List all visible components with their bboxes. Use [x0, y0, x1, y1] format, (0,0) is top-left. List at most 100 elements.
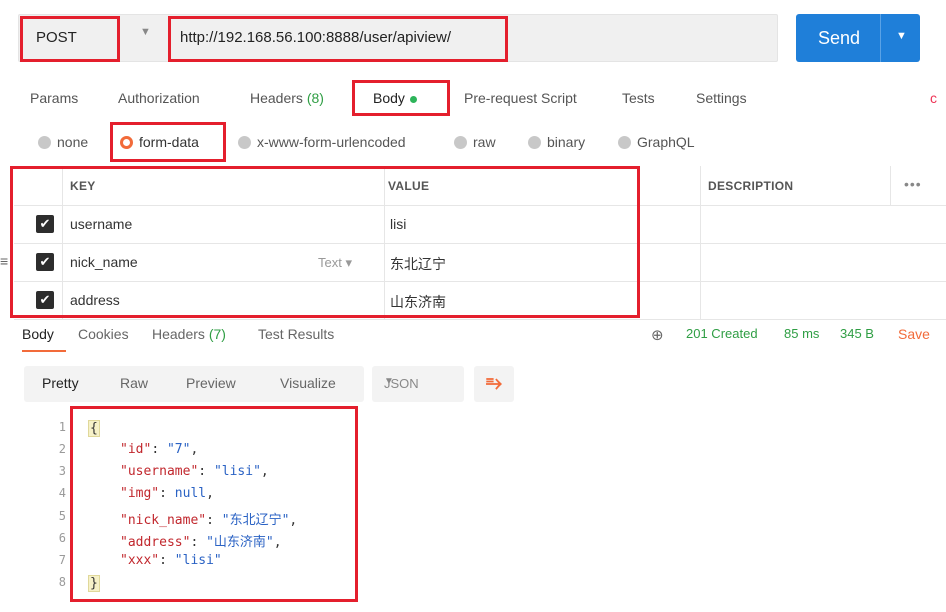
send-label: Send — [818, 28, 861, 48]
column-divider — [62, 206, 63, 243]
cut-off-link[interactable]: c — [930, 90, 937, 106]
radio-raw-label: raw — [473, 134, 496, 150]
radio-graphql[interactable]: GraphQL — [618, 134, 695, 150]
radio-form-data-label: form-data — [139, 134, 199, 150]
radio-circle-icon — [38, 136, 51, 149]
active-tab-underline — [22, 350, 66, 352]
radio-none[interactable]: none — [38, 134, 88, 150]
tab-body[interactable]: Body — [373, 90, 417, 106]
header-value: VALUE — [388, 179, 430, 193]
radio-selected-icon — [120, 136, 133, 149]
tab-authorization[interactable]: Authorization — [118, 90, 200, 106]
param-value[interactable]: 山东济南 — [390, 292, 446, 312]
response-tabs: Body Cookies Headers (7) Test Results ⊕ … — [0, 322, 946, 354]
tab-pre-request-script[interactable]: Pre-request Script — [464, 90, 577, 106]
radio-raw[interactable]: raw — [454, 134, 496, 150]
param-value[interactable]: lisi — [390, 216, 406, 232]
body-type-options: none form-data x-www-form-urlencoded raw… — [0, 130, 946, 156]
column-divider — [384, 166, 385, 205]
radio-urlencoded-label: x-www-form-urlencoded — [257, 134, 406, 150]
save-response-button[interactable]: Save — [898, 326, 930, 342]
chevron-down-icon[interactable]: ▼ — [140, 26, 151, 38]
view-pretty[interactable]: Pretty — [42, 375, 79, 391]
json-key: "id" — [120, 442, 152, 457]
table-row: ≡ ✔ nick_name Text ▾ 东北辽宁 — [0, 244, 946, 282]
tab-settings[interactable]: Settings — [696, 90, 747, 106]
caret-down-icon[interactable]: ▼ — [896, 30, 907, 42]
line-number: 2 — [58, 442, 66, 456]
line-number: 1 — [58, 420, 66, 434]
row-checkbox[interactable]: ✔ — [36, 291, 54, 309]
json-value: null — [174, 486, 207, 501]
response-time[interactable]: 85 ms — [784, 326, 819, 341]
json-value: "lisi" — [213, 464, 261, 479]
code-line: "address": "山东济南", — [120, 535, 282, 550]
radio-binary[interactable]: binary — [528, 134, 585, 150]
tab-tests[interactable]: Tests — [622, 90, 655, 106]
radio-form-data[interactable]: form-data — [120, 134, 199, 150]
column-divider — [62, 166, 63, 205]
tab-headers-count: (8) — [306, 90, 324, 106]
tab-response-headers[interactable]: Headers (7) — [152, 326, 226, 342]
table-row: ✔ address 山东济南 — [14, 282, 946, 320]
json-key: "address" — [120, 535, 191, 550]
param-key[interactable]: nick_name — [70, 254, 138, 270]
view-preview[interactable]: Preview — [186, 375, 236, 391]
radio-circle-icon — [618, 136, 631, 149]
radio-circle-icon — [454, 136, 467, 149]
radio-none-label: none — [57, 134, 89, 150]
table-row: ✔ username lisi — [14, 206, 946, 244]
response-headers-label: Headers — [152, 326, 205, 342]
line-number: 4 — [58, 486, 66, 500]
line-number: 8 — [58, 575, 66, 589]
tab-params[interactable]: Params — [30, 90, 78, 106]
format-select[interactable]: JSON ▼ — [372, 366, 464, 402]
code-line: "xxx": "lisi" — [120, 553, 222, 568]
header-description: DESCRIPTION — [708, 179, 794, 193]
send-divider — [880, 14, 881, 62]
column-divider — [384, 282, 385, 319]
radio-circle-icon — [528, 136, 541, 149]
json-value: "7" — [166, 442, 191, 457]
more-options-icon[interactable]: ••• — [904, 176, 922, 192]
view-raw[interactable]: Raw — [120, 375, 148, 391]
globe-icon[interactable]: ⊕ — [651, 326, 664, 344]
wrap-lines-icon[interactable]: ⥱ — [474, 366, 514, 402]
json-key: "img" — [120, 486, 160, 501]
response-size[interactable]: 345 B — [840, 326, 874, 341]
param-key[interactable]: address — [70, 292, 120, 308]
column-divider — [62, 244, 63, 281]
view-visualize[interactable]: Visualize — [280, 375, 336, 391]
tab-response-body[interactable]: Body — [22, 326, 54, 342]
line-number: 6 — [58, 531, 66, 545]
status-code[interactable]: 201 Created — [686, 326, 758, 341]
drag-handle-icon[interactable]: ≡ — [0, 253, 8, 269]
row-checkbox[interactable]: ✔ — [36, 215, 54, 233]
tab-headers[interactable]: Headers (8) — [250, 90, 324, 106]
active-dot-icon — [409, 95, 417, 103]
request-tabs: Params Authorization Headers (8) Body Pr… — [0, 84, 946, 112]
tab-body-label: Body — [373, 90, 405, 106]
line-number: 7 — [58, 553, 66, 567]
row-checkbox[interactable]: ✔ — [36, 253, 54, 271]
column-divider — [384, 244, 385, 281]
json-value: "山东济南" — [206, 535, 274, 550]
tab-test-results[interactable]: Test Results — [258, 326, 334, 342]
code-line: "username": "lisi", — [120, 464, 269, 479]
param-value[interactable]: 东北辽宁 — [390, 254, 446, 274]
method-select[interactable]: POST — [22, 18, 118, 58]
column-divider — [890, 166, 891, 205]
line-number: 5 — [58, 509, 66, 523]
json-key: "nick_name" — [120, 513, 207, 528]
code-line: "id": "7", — [120, 442, 199, 457]
column-divider — [62, 282, 63, 319]
param-type-select[interactable]: Text ▾ — [318, 255, 352, 271]
json-value: "lisi" — [174, 553, 222, 568]
param-key[interactable]: username — [70, 216, 132, 232]
radio-urlencoded[interactable]: x-www-form-urlencoded — [238, 134, 406, 150]
send-button[interactable]: Send ▼ — [796, 14, 920, 62]
code-brace-open: { — [88, 420, 100, 437]
url-input[interactable]: http://192.168.56.100:8888/user/apiview/ — [180, 18, 500, 58]
tab-cookies[interactable]: Cookies — [78, 326, 129, 342]
json-key: "username" — [120, 464, 199, 479]
